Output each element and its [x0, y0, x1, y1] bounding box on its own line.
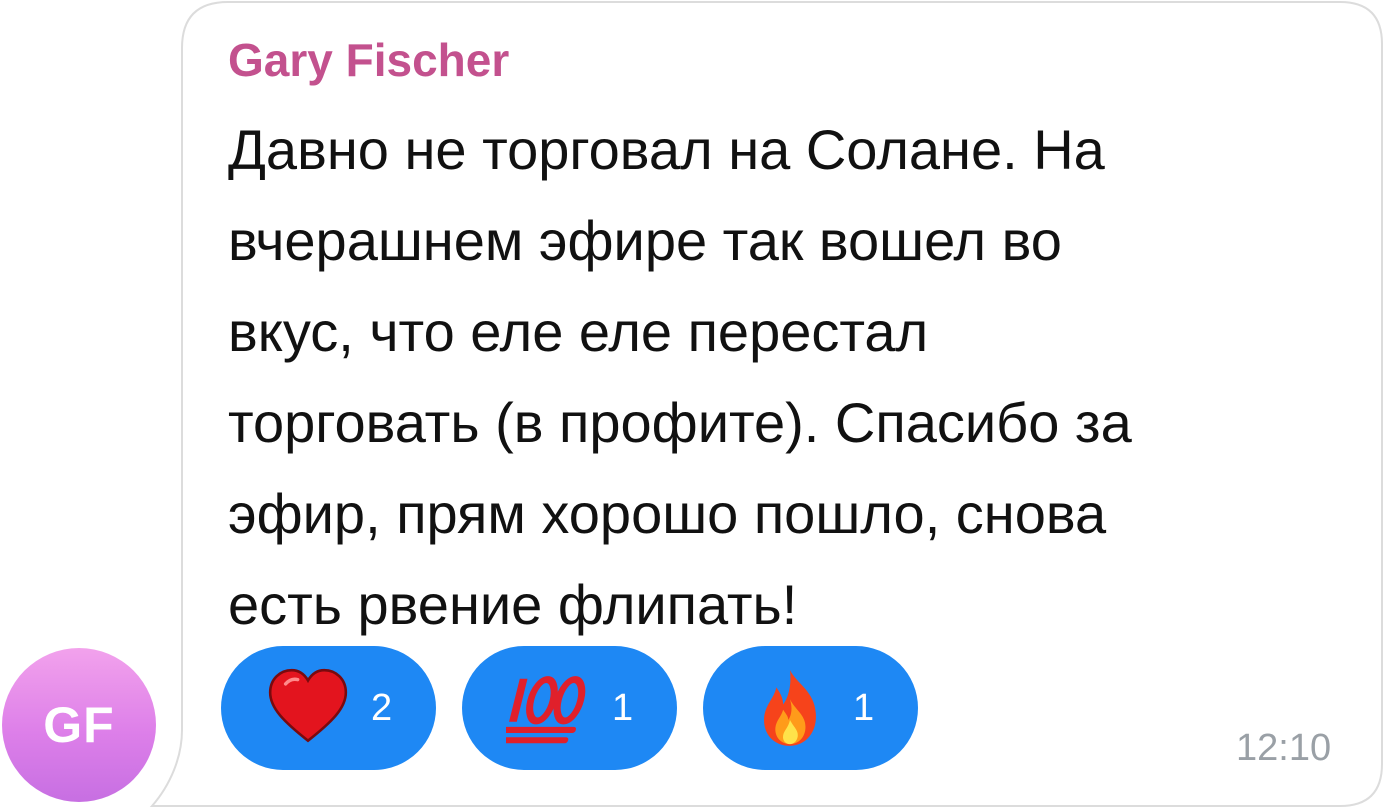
heart-icon [265, 665, 351, 751]
reaction-heart-button[interactable]: 2 [221, 646, 436, 770]
reaction-count: 1 [612, 687, 634, 729]
reaction-fire-button[interactable]: 1 [703, 646, 918, 770]
message-line: вчерашнем эфире так вошел во [228, 209, 1062, 272]
fire-icon [747, 665, 833, 751]
message-line: Давно не торговал на Солане. На [228, 118, 1105, 181]
chat-message-screen: Gary Fischer Давно не торговал на Солане… [0, 0, 1386, 808]
message-timestamp: 12:10 [1236, 727, 1332, 769]
message-line: вкус, что еле еле перестал [228, 300, 929, 363]
reactions-bar: 2 1 1 [221, 646, 918, 770]
sender-name[interactable]: Gary Fischer [228, 32, 509, 88]
avatar[interactable]: GF [2, 648, 156, 802]
reaction-count: 2 [371, 687, 393, 729]
reaction-hundred-button[interactable]: 1 [462, 646, 677, 770]
reaction-count: 1 [853, 687, 875, 729]
avatar-initials: GF [43, 697, 115, 753]
message-line: эфир, прям хорошо пошло, снова [228, 482, 1107, 545]
message-text: Давно не торговал на Солане. На вчерашне… [228, 104, 1338, 650]
hundred-points-icon [506, 665, 592, 751]
message-line: есть рвение флипать! [228, 573, 798, 636]
message-line: торговать (в профите). Спасибо за [228, 391, 1132, 454]
